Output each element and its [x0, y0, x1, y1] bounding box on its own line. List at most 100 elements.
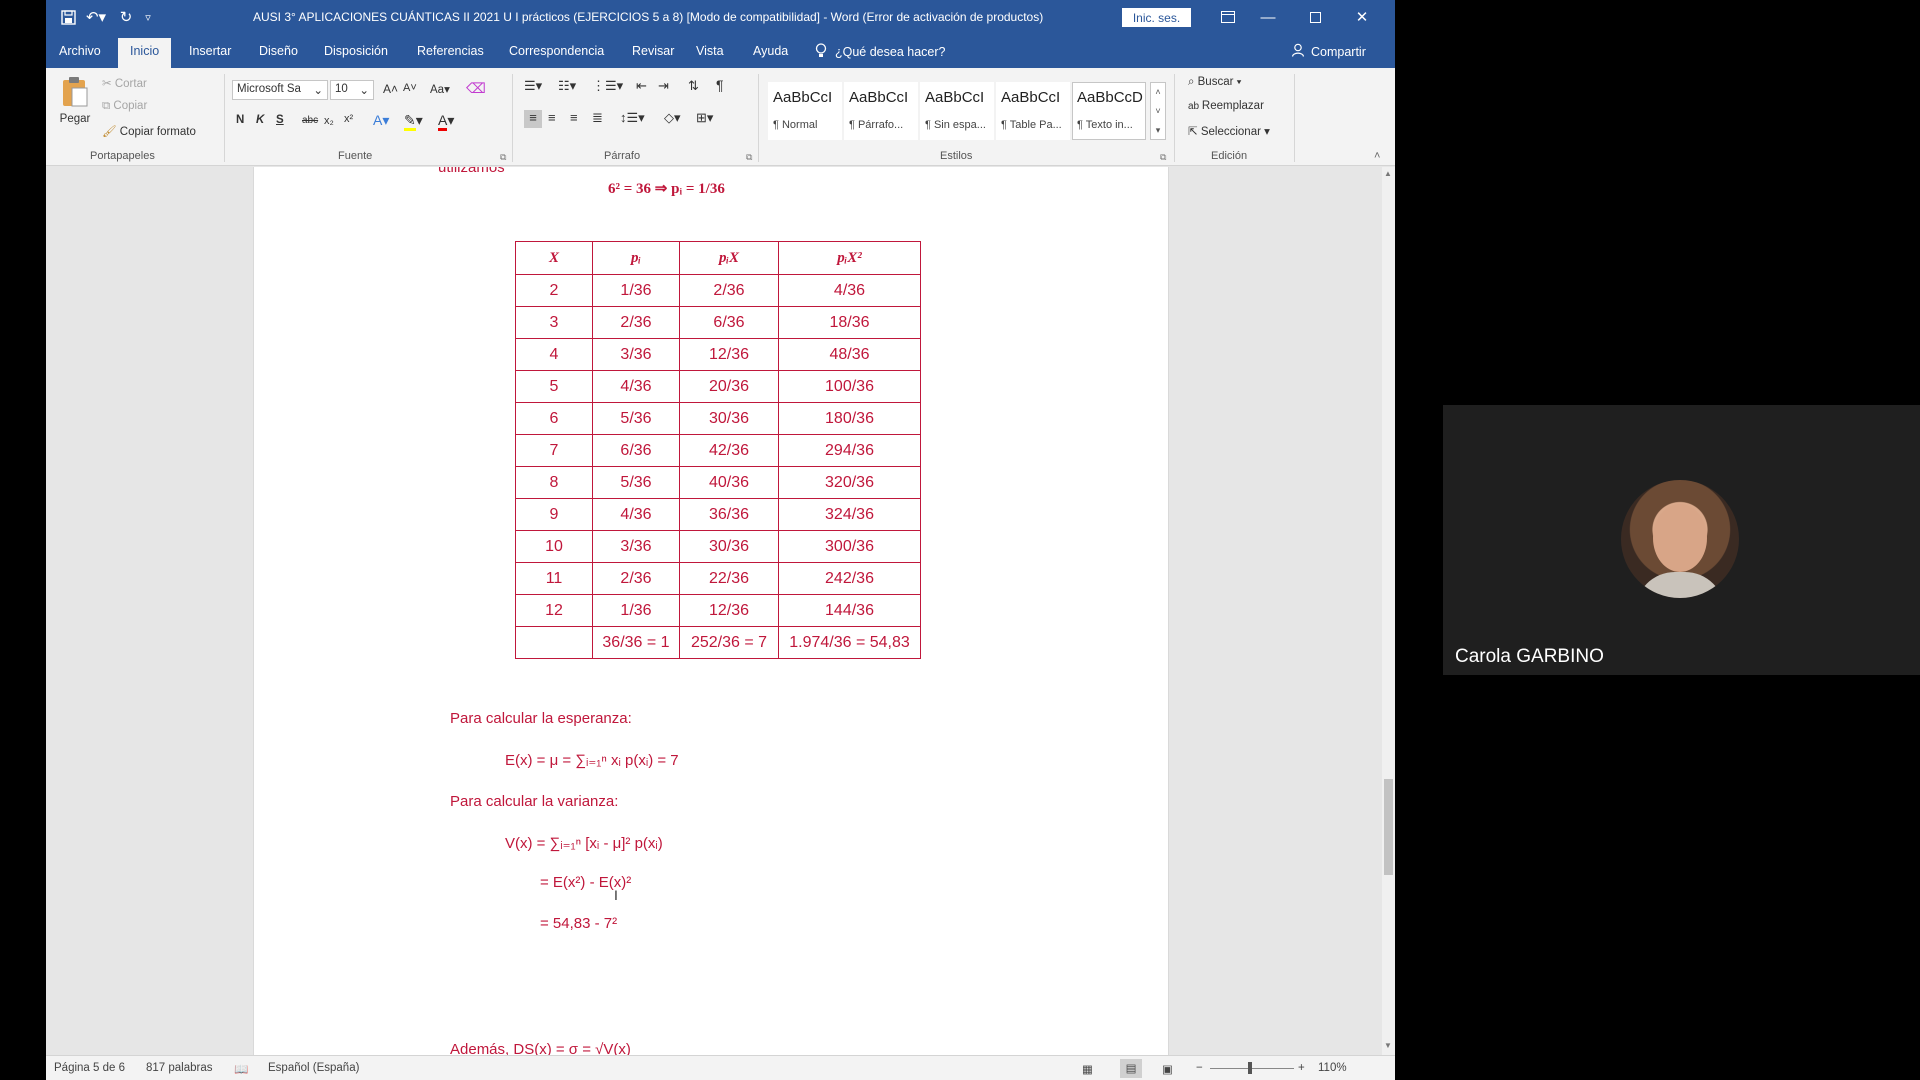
tab-correspondencia[interactable]: Correspondencia	[509, 44, 604, 58]
page-count[interactable]: Página 5 de 6	[54, 1062, 125, 1074]
text-effects-icon[interactable]: A▾	[373, 112, 389, 129]
undo-icon[interactable]: ↶▾	[82, 7, 110, 27]
zoom-slider[interactable]	[1210, 1068, 1294, 1069]
style-normal[interactable]: AaBbCcI ¶ Normal	[768, 82, 842, 140]
strikethrough-icon[interactable]: abc	[302, 115, 318, 126]
shading-icon[interactable]: ◇▾	[664, 110, 681, 126]
tab-ayuda[interactable]: Ayuda	[753, 44, 788, 58]
superscript-icon[interactable]: x²	[344, 113, 353, 125]
read-mode-icon[interactable]: ▦	[1082, 1062, 1093, 1076]
select-button[interactable]: ⇱ Seleccionar ▾	[1188, 124, 1270, 138]
close-icon[interactable]: ✕	[1350, 6, 1374, 28]
separator	[1294, 74, 1295, 162]
bullets-icon[interactable]: ☰▾	[524, 78, 542, 94]
language[interactable]: Español (España)	[268, 1062, 359, 1074]
font-name-combo[interactable]: Microsoft Sa ⌄	[232, 80, 328, 100]
style-texto-independiente[interactable]: AaBbCcD ¶ Texto in...	[1072, 82, 1146, 140]
find-button[interactable]: ⌕ Buscar ▾	[1188, 76, 1241, 89]
chevron-down-icon: ⌄	[313, 85, 323, 97]
style-sin-espaciado[interactable]: AaBbCcI ¶ Sin espa...	[920, 82, 994, 140]
paste-button[interactable]: Pegar	[58, 76, 92, 125]
document-page[interactable]: utilizamos 6² = 36 ⇒ pᵢ = 1/36 X pᵢ pᵢX …	[253, 167, 1169, 1055]
zoom-out-icon[interactable]: −	[1196, 1062, 1203, 1074]
style-parrafo[interactable]: AaBbCcI ¶ Párrafo...	[844, 82, 918, 140]
table-header: pᵢX²	[778, 241, 921, 275]
document-area: utilizamos 6² = 36 ⇒ pᵢ = 1/36 X pᵢ pᵢX …	[46, 167, 1384, 1055]
zoom-level[interactable]: 110%	[1318, 1062, 1347, 1074]
style-name: ¶ Texto in...	[1077, 119, 1133, 131]
table-cell: 3/36	[592, 338, 680, 371]
cut-label: Cortar	[114, 78, 147, 90]
minimize-icon[interactable]: —	[1256, 6, 1280, 28]
format-painter-button[interactable]: 🖌 Copiar formato	[102, 124, 196, 138]
font-size-combo[interactable]: 10 ⌄	[330, 80, 374, 100]
zoom-slider-handle[interactable]	[1248, 1062, 1252, 1074]
paragraph-dialog-icon[interactable]: ⧉	[746, 152, 752, 163]
style-table-paragraph[interactable]: AaBbCcI ¶ Table Pa...	[996, 82, 1070, 140]
cut-button[interactable]: ✂ Cortar	[102, 76, 147, 90]
proofing-icon[interactable]: 📖	[234, 1062, 248, 1076]
align-center-icon[interactable]: ≡	[548, 110, 556, 125]
sort-icon[interactable]: ⇅	[688, 78, 699, 94]
tell-me-search[interactable]: ¿Qué desea hacer?	[815, 43, 946, 61]
maximize-icon[interactable]	[1303, 6, 1327, 28]
word-count[interactable]: 817 palabras	[146, 1062, 213, 1074]
copy-button[interactable]: ⧉ Copiar	[102, 100, 147, 113]
shrink-font-icon[interactable]: A˅	[403, 82, 417, 94]
font-color-icon[interactable]: A▾	[438, 112, 454, 131]
tab-insertar[interactable]: Insertar	[189, 44, 231, 58]
scroll-up-icon[interactable]: ▲	[1384, 169, 1392, 178]
table-cell: 4	[515, 338, 593, 371]
align-right-icon[interactable]: ≡	[570, 110, 578, 125]
collapse-ribbon-icon[interactable]: ˄	[1374, 150, 1380, 162]
grow-font-icon[interactable]: A˄	[383, 82, 398, 96]
styles-scroll-icon[interactable]: ˄ ˅ ▾	[1150, 82, 1166, 140]
share-button[interactable]: Compartir	[1291, 43, 1366, 60]
bold-button[interactable]: N	[236, 114, 244, 126]
esperanza-heading: Para calcular la esperanza:	[450, 710, 632, 727]
vertical-scrollbar[interactable]: ▲ ▼	[1382, 167, 1395, 1055]
replace-button[interactable]: ab Reemplazar	[1188, 100, 1264, 112]
change-case-icon[interactable]: Aa▾	[430, 82, 450, 96]
table-cell: 5/36	[592, 466, 680, 499]
borders-icon[interactable]: ⊞▾	[696, 110, 713, 126]
web-layout-icon[interactable]: ▣	[1162, 1062, 1173, 1076]
tab-inicio[interactable]: Inicio	[118, 38, 172, 68]
pilcrow-icon[interactable]: ¶	[716, 77, 724, 93]
save-icon[interactable]	[58, 7, 78, 27]
clear-format-icon[interactable]: ⌫	[466, 80, 486, 97]
table-cell: 42/36	[679, 434, 779, 467]
print-layout-icon[interactable]: ▤	[1120, 1059, 1142, 1078]
ribbon-tabs: Archivo Inicio Insertar Diseño Disposici…	[46, 34, 1395, 68]
multilevel-list-icon[interactable]: ⋮☰▾	[592, 78, 623, 94]
tab-diseno[interactable]: Diseño	[259, 44, 298, 58]
justify-icon[interactable]: ≣	[592, 110, 603, 126]
tab-vista[interactable]: Vista	[696, 44, 724, 58]
subscript-icon[interactable]: x₂	[324, 115, 334, 127]
scroll-down-icon[interactable]: ▼	[1384, 1041, 1392, 1050]
tab-disposicion[interactable]: Disposición	[324, 44, 388, 58]
zoom-in-icon[interactable]: +	[1298, 1062, 1305, 1074]
table-row: 8 5/36 40/36 320/36	[515, 466, 921, 499]
tab-archivo[interactable]: Archivo	[59, 44, 101, 58]
ribbon-display-icon[interactable]	[1216, 6, 1240, 28]
sign-in-button[interactable]: Inic. ses.	[1122, 8, 1191, 27]
increase-indent-icon[interactable]: ⇥	[658, 78, 669, 94]
tab-revisar[interactable]: Revisar	[632, 44, 674, 58]
scroll-thumb[interactable]	[1384, 779, 1393, 875]
participant-tile[interactable]: Carola GARBINO	[1443, 405, 1920, 675]
redo-icon[interactable]: ↻	[116, 7, 136, 27]
styles-dialog-icon[interactable]: ⧉	[1160, 152, 1166, 163]
line-spacing-icon[interactable]: ↕☰▾	[620, 110, 645, 126]
table-cell: 324/36	[778, 498, 921, 531]
numbering-icon[interactable]: ☷▾	[558, 78, 576, 94]
highlight-icon[interactable]: ✎▾	[404, 112, 423, 131]
italic-button[interactable]: K	[256, 114, 264, 126]
align-left-icon[interactable]: ≡	[524, 110, 542, 128]
underline-button[interactable]: S	[276, 114, 284, 126]
table-cell: 5	[515, 370, 593, 403]
tab-referencias[interactable]: Referencias	[417, 44, 484, 58]
font-dialog-icon[interactable]: ⧉	[500, 152, 506, 163]
customize-icon[interactable]: ▿	[140, 7, 156, 27]
decrease-indent-icon[interactable]: ⇤	[636, 78, 647, 94]
